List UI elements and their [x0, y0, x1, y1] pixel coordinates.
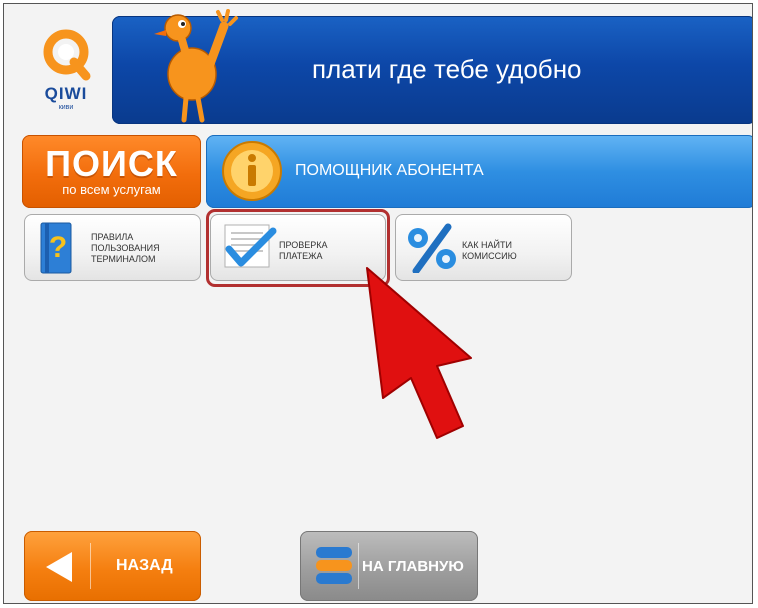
back-button[interactable]: НАЗАД — [24, 531, 201, 601]
pointer-arrow-icon — [366, 267, 472, 439]
search-button[interactable]: ПОИСК по всем услугам — [22, 135, 201, 208]
menu-stack-icon — [316, 547, 352, 584]
qiwi-logo: QIWI киви — [28, 24, 104, 124]
home-button[interactable]: НА ГЛАВНУЮ — [300, 531, 478, 601]
bird-mascot-icon — [154, 9, 238, 123]
tile-label: КАК НАЙТИ КОМИССИЮ — [462, 240, 517, 261]
info-icon — [222, 141, 282, 201]
tile-label: ПРАВИЛА ПОЛЬЗОВАНИЯ ТЕРМИНАЛОМ — [91, 232, 160, 264]
logo-text: QIWI — [44, 84, 88, 103]
search-button-title: ПОИСК — [45, 143, 178, 184]
qiwi-logo-icon — [43, 29, 91, 81]
back-button-label: НАЗАД — [116, 557, 173, 574]
subscriber-assistant-header: ПОМОЩНИК АБОНЕНТА — [206, 135, 752, 208]
svg-text:?: ? — [49, 231, 67, 264]
terminal-screen: QIWI киви плати где тебе удобно ПОИСК по… — [3, 3, 753, 604]
banner-slogan: плати где тебе удобно — [312, 54, 582, 84]
divider — [358, 543, 359, 589]
back-arrow-icon — [46, 552, 72, 582]
assistant-label: ПОМОЩНИК АБОНЕНТА — [295, 162, 484, 179]
home-button-label: НА ГЛАВНУЮ — [362, 558, 464, 575]
terminal-rules-button[interactable]: ? ПРАВИЛА ПОЛЬЗОВАНИЯ ТЕРМИНАЛОМ — [24, 214, 201, 281]
divider — [90, 543, 91, 589]
logo-subtext: киви — [58, 104, 74, 111]
header-banner: плати где тебе удобно — [112, 9, 752, 124]
question-book-icon: ? — [40, 222, 72, 274]
search-button-subtitle: по всем услугам — [62, 182, 161, 197]
